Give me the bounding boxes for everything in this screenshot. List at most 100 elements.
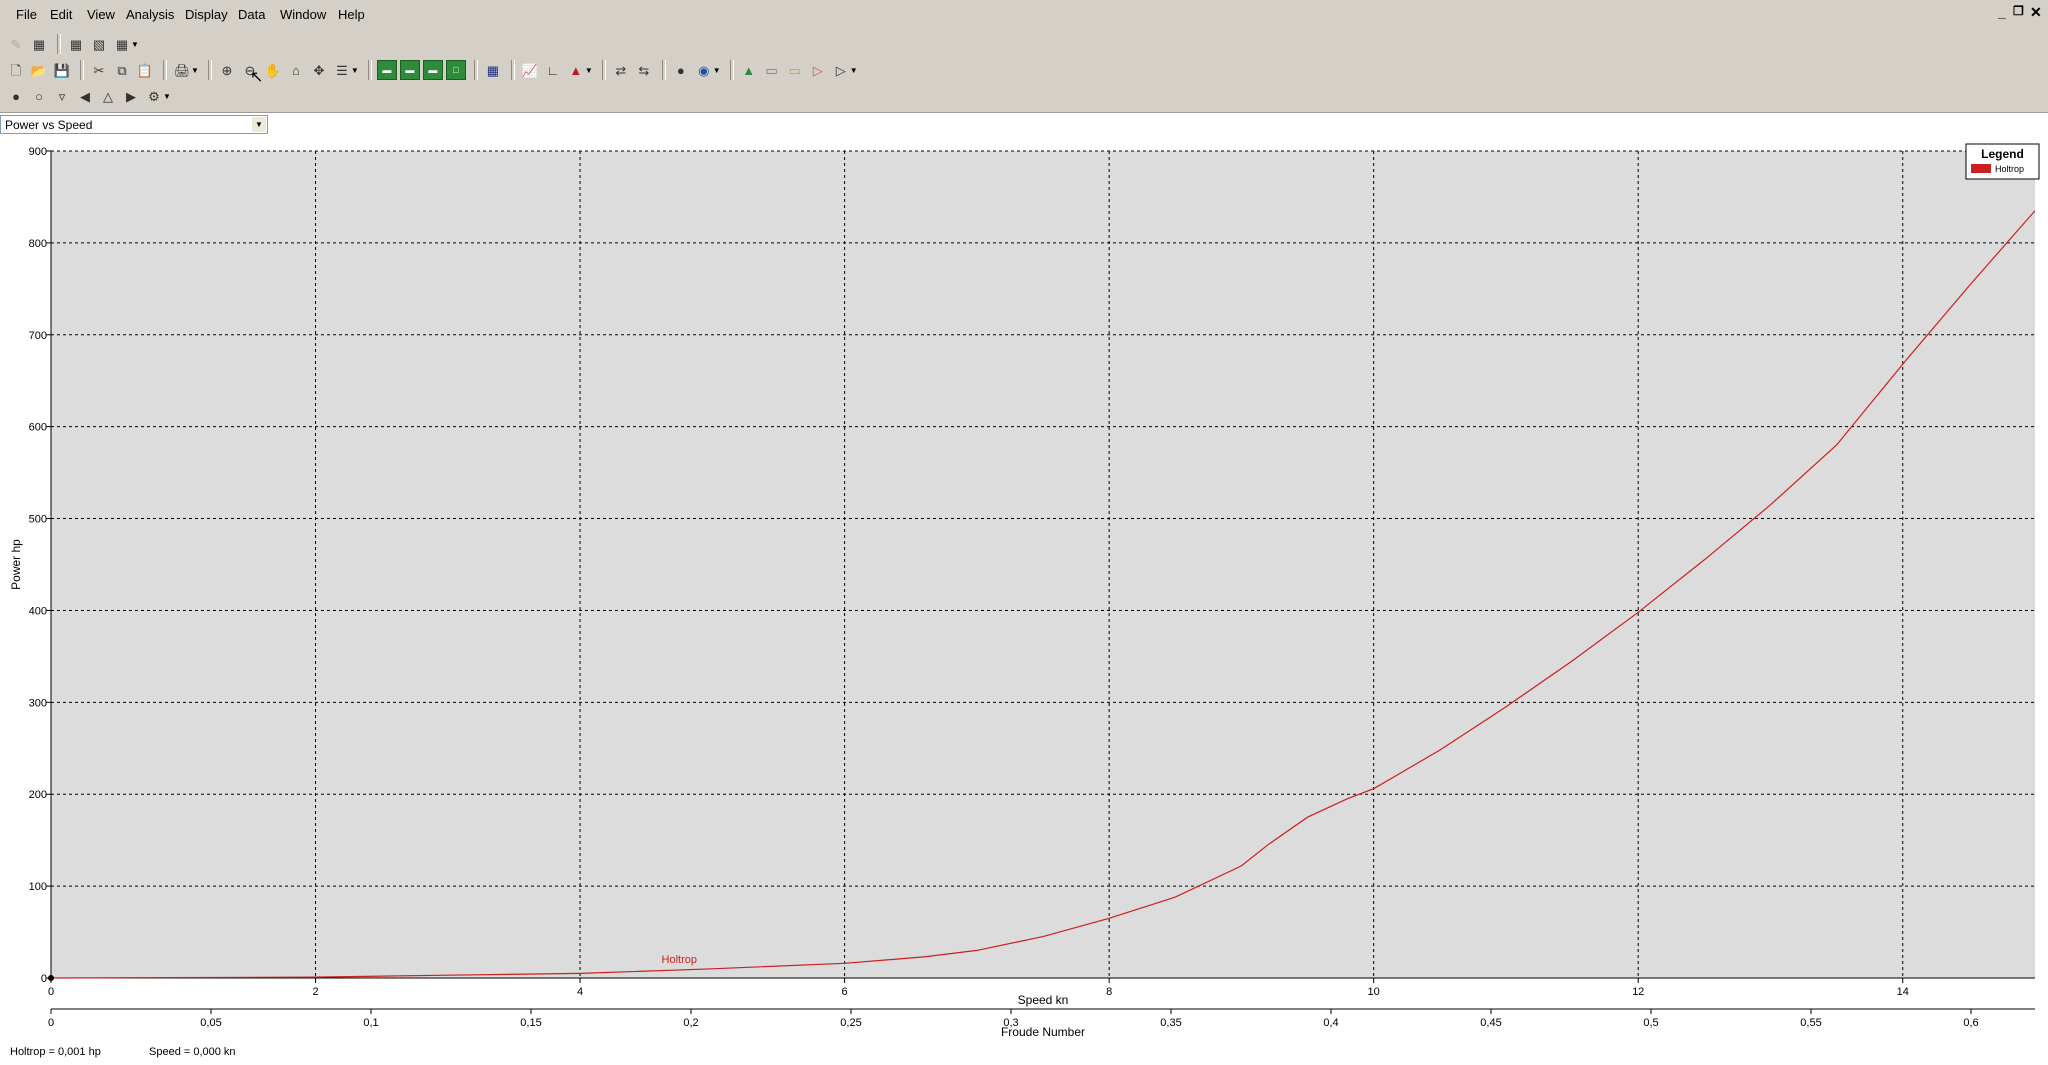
- tree-icon[interactable]: ☰: [332, 60, 352, 80]
- x-tick-label: 10: [1368, 986, 1380, 998]
- pan-icon[interactable]: ✋: [263, 60, 283, 80]
- home-icon[interactable]: ⌂: [286, 60, 306, 80]
- area-chart-icon[interactable]: ▲: [566, 60, 586, 80]
- menu-analysis[interactable]: Analysis: [126, 7, 174, 22]
- froude-tick-label: 0,2: [683, 1017, 698, 1029]
- copy-icon[interactable]: ⧉: [112, 60, 132, 80]
- y-tick-label: 200: [29, 789, 47, 801]
- save-icon[interactable]: 💾: [52, 60, 72, 80]
- filter-icon[interactable]: ▿: [52, 86, 72, 106]
- status-speed: Speed = 0,000 kn: [149, 1046, 236, 1058]
- froude-tick-label: 0,25: [840, 1017, 861, 1029]
- chevron-down-icon[interactable]: ▼: [713, 66, 721, 75]
- sphere-icon[interactable]: ●: [6, 86, 26, 106]
- shape-icon[interactable]: ▲: [739, 60, 759, 80]
- x-tick-label: 2: [312, 986, 318, 998]
- grid-icon[interactable]: ▦: [66, 34, 86, 54]
- menu-edit[interactable]: Edit: [50, 7, 72, 22]
- table-icon[interactable]: ▦: [483, 60, 503, 80]
- shape-icon[interactable]: ▭: [785, 60, 805, 80]
- window-icon[interactable]: ▦: [29, 34, 49, 54]
- toolbar-separator: [601, 60, 606, 80]
- zoom-in-icon[interactable]: ⊕: [217, 60, 237, 80]
- toolbar-separator: [57, 34, 61, 54]
- legend-entry-holtrop: Holtrop: [1995, 164, 2024, 174]
- new-icon[interactable]: 🗋: [6, 60, 26, 80]
- edit-disabled-icon[interactable]: ✎: [6, 34, 26, 54]
- froude-tick-label: 0,4: [1323, 1017, 1338, 1029]
- x-tick-label: 6: [842, 986, 848, 998]
- x-tick-label: 12: [1632, 986, 1644, 998]
- paste-icon[interactable]: 📋: [135, 60, 155, 80]
- chevron-down-icon[interactable]: ▼: [585, 66, 593, 75]
- triangle-icon[interactable]: △: [98, 86, 118, 106]
- menu-help[interactable]: Help: [338, 7, 365, 22]
- toolbar-row-1: ✎ ▦ ▦ ▧ ▦ ▼: [6, 32, 143, 56]
- arrow-right-icon[interactable]: ▶: [121, 86, 141, 106]
- power-speed-chart[interactable]: 0 2 4 6 8 10 12 14 0 100 200 300 400 500 600 700 800 900 0…: [0, 138, 2048, 1038]
- froude-tick-label: 0,45: [1480, 1017, 1501, 1029]
- y-tick-label: 600: [29, 422, 47, 434]
- circle-outline-icon[interactable]: ○: [29, 86, 49, 106]
- froude-tick-label: 0,1: [363, 1017, 378, 1029]
- print-icon[interactable]: 🖨: [172, 60, 192, 80]
- toolbar-separator: [207, 60, 212, 80]
- globe-icon[interactable]: ◉: [694, 60, 714, 80]
- grid-green-icon[interactable]: ▬: [422, 60, 443, 80]
- status-holtrop: Holtrop = 0,001 hp: [10, 1046, 101, 1058]
- axes-icon[interactable]: ∟: [543, 60, 563, 80]
- y-tick-label: 700: [29, 330, 47, 342]
- tool-icon[interactable]: ⚙: [144, 86, 164, 106]
- plot-selector[interactable]: Power vs Speed ▼: [0, 115, 268, 134]
- grid-green-icon[interactable]: ▬: [376, 60, 397, 80]
- minimize-icon[interactable]: _: [1998, 4, 2006, 20]
- close-icon[interactable]: ✕: [2030, 4, 2042, 21]
- cursor-point: [48, 975, 54, 981]
- plot-area: [51, 151, 2035, 978]
- shape-icon[interactable]: ▷: [808, 60, 828, 80]
- toolbar-separator: [367, 60, 372, 80]
- grid-edit-icon[interactable]: ▧: [89, 34, 109, 54]
- toolbar-separator: [80, 60, 84, 80]
- arrow-left-icon[interactable]: ◀: [75, 86, 95, 106]
- menu-window[interactable]: Window: [280, 7, 326, 22]
- chevron-down-icon[interactable]: ▼: [351, 66, 359, 75]
- froude-tick-label: 0,5: [1643, 1017, 1658, 1029]
- menu-display[interactable]: Display: [185, 7, 228, 22]
- chevron-down-icon[interactable]: ▼: [191, 66, 199, 75]
- toolbar-row-2: 🗋 📂 💾 ✂ ⧉ 📋 🖨 ▼ ⊕ ⊖ ✋ ⌂ ✥ ☰ ▼ ▬ ▬ ▬ □ ▦ …: [6, 58, 862, 82]
- chevron-down-icon[interactable]: ▼: [850, 66, 858, 75]
- toolbar-area: ✎ ▦ ▦ ▧ ▦ ▼ 🗋 📂 💾 ✂ ⧉ 📋 🖨 ▼ ⊕ ⊖ ✋ ⌂ ✥ ☰ …: [0, 30, 2048, 113]
- circle-icon[interactable]: ●: [671, 60, 691, 80]
- y-axis-label: Power hp: [9, 539, 23, 590]
- toolbar-row-3: ● ○ ▿ ◀ △ ▶ ⚙ ▼: [6, 84, 175, 108]
- froude-tick-label: 0,05: [200, 1017, 221, 1029]
- fit-icon[interactable]: ✥: [309, 60, 329, 80]
- grid-green-icon[interactable]: ▬: [399, 60, 420, 80]
- menu-view[interactable]: View: [87, 7, 115, 22]
- legend-swatch-holtrop: [1971, 164, 1991, 173]
- toolbar-separator: [729, 60, 734, 80]
- chevron-down-icon[interactable]: ▼: [131, 40, 139, 49]
- cut-icon[interactable]: ✂: [89, 60, 109, 80]
- menu-file[interactable]: File: [16, 7, 37, 22]
- open-icon[interactable]: 📂: [29, 60, 49, 80]
- chart-icon[interactable]: 📈: [520, 60, 540, 80]
- menu-data[interactable]: Data: [238, 7, 265, 22]
- x-tick-label: 14: [1897, 986, 1909, 998]
- x-tick-label: 4: [577, 986, 583, 998]
- menu-bar: File Edit View Analysis Display Data Win…: [0, 0, 2048, 31]
- data2-icon[interactable]: ⇆: [634, 60, 654, 80]
- shape-icon[interactable]: ▭: [762, 60, 782, 80]
- shape-icon[interactable]: ▷: [831, 60, 851, 80]
- data-icon[interactable]: ⇄: [611, 60, 631, 80]
- chevron-down-icon[interactable]: ▼: [252, 117, 266, 132]
- toolbar-separator: [661, 60, 666, 80]
- y-tick-label: 300: [29, 697, 47, 709]
- grid-layout-icon[interactable]: ▦: [112, 34, 132, 54]
- restore-icon[interactable]: ❐: [2013, 4, 2024, 18]
- toolbar-separator: [473, 60, 478, 80]
- chevron-down-icon[interactable]: ▼: [163, 92, 171, 101]
- mouse-cursor-icon: ↖: [250, 69, 264, 86]
- grid-green-icon[interactable]: □: [445, 60, 466, 80]
